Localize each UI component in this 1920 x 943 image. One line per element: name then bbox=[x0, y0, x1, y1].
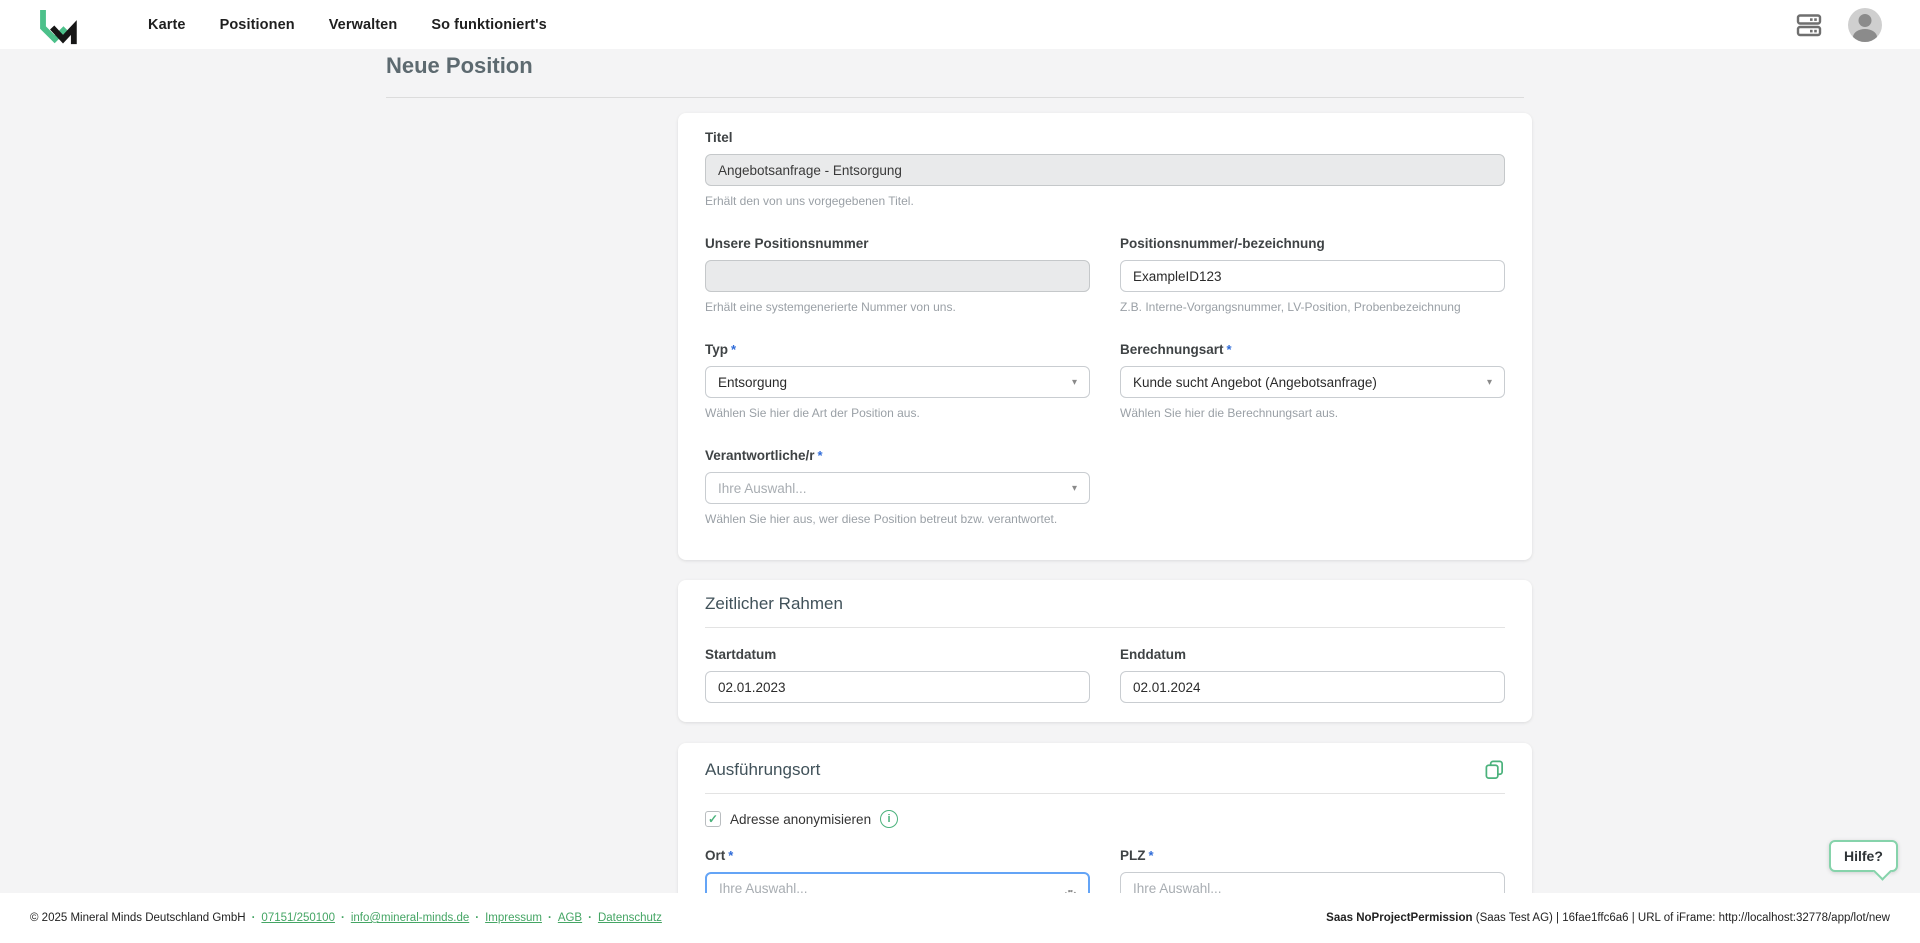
required-mark: * bbox=[1148, 848, 1154, 863]
footer-separator: · bbox=[475, 912, 480, 924]
unsere-positionsnummer-label: Unsere Positionsnummer bbox=[705, 236, 869, 251]
plz-label: PLZ * bbox=[1120, 848, 1154, 863]
nav-item-positionen[interactable]: Positionen bbox=[220, 17, 295, 33]
titel-input[interactable] bbox=[705, 154, 1505, 186]
positionsnummer-input[interactable] bbox=[1120, 260, 1505, 292]
berechnungsart-select[interactable]: Kunde sucht Angebot (Angebotsanfrage) ▾ bbox=[1120, 366, 1505, 398]
berechnungsart-label: Berechnungsart * bbox=[1120, 342, 1232, 357]
required-mark: * bbox=[1226, 342, 1232, 357]
titel-helper: Erhält den von uns vorgegebenen Titel. bbox=[705, 194, 914, 208]
plz-input[interactable] bbox=[1120, 872, 1505, 893]
unsere-positionsnummer-helper: Erhält eine systemgenerierte Nummer von … bbox=[705, 300, 956, 314]
footer-link-impressum[interactable]: Impressum bbox=[485, 912, 542, 924]
required-mark: * bbox=[817, 448, 823, 463]
required-mark: * bbox=[728, 848, 734, 863]
footer-separator: · bbox=[340, 912, 345, 924]
positionsnummer-helper: Z.B. Interne-Vorgangsnummer, LV-Position… bbox=[1120, 300, 1461, 314]
top-navbar: Karte Positionen Verwalten So funktionie… bbox=[0, 0, 1920, 49]
footer-link-email[interactable]: info@mineral-minds.de bbox=[351, 912, 469, 924]
chevron-down-icon: ▾ bbox=[1071, 376, 1077, 388]
typ-select[interactable]: Entsorgung ▾ bbox=[705, 366, 1090, 398]
page-title: Neue Position bbox=[386, 53, 533, 78]
checkmark-icon: ✓ bbox=[707, 812, 719, 826]
mineral-minds-logo[interactable] bbox=[38, 5, 78, 45]
help-button[interactable]: Hilfe? bbox=[1829, 840, 1898, 872]
verantwortliche-helper: Wählen Sie hier aus, wer diese Position … bbox=[705, 512, 1058, 526]
footer-copyright: © 2025 Mineral Minds Deutschland GmbH bbox=[30, 912, 246, 924]
berechnungsart-select-value: Kunde sucht Angebot (Angebotsanfrage) bbox=[1133, 374, 1377, 390]
main-content: Neue Position Titel Erhält den von uns v… bbox=[0, 49, 1920, 893]
info-icon[interactable]: i bbox=[880, 810, 899, 828]
footer-link-agb[interactable]: AGB bbox=[558, 912, 582, 924]
typ-helper: Wählen Sie hier die Art der Position aus… bbox=[705, 406, 920, 420]
adresse-anonymisieren-checkbox[interactable]: ✓ bbox=[705, 811, 721, 827]
title-divider bbox=[386, 97, 1524, 98]
enddatum-label: Enddatum bbox=[1120, 647, 1186, 662]
section-divider bbox=[705, 627, 1505, 628]
ort-label: Ort * bbox=[705, 848, 734, 863]
startdatum-label: Startdatum bbox=[705, 647, 777, 662]
chevron-down-icon: ▾ bbox=[1071, 482, 1077, 494]
positionsnummer-label: Positionsnummer/-bezeichnung bbox=[1120, 236, 1325, 251]
footer: © 2025 Mineral Minds Deutschland GmbH · … bbox=[0, 893, 1920, 943]
startdatum-input[interactable] bbox=[705, 671, 1090, 703]
copy-icon[interactable] bbox=[1484, 759, 1505, 780]
verantwortliche-label: Verantwortliche/r * bbox=[705, 448, 823, 463]
footer-link-datenschutz[interactable]: Datenschutz bbox=[598, 912, 662, 924]
unsere-positionsnummer-input[interactable] bbox=[705, 260, 1090, 292]
nav-item-karte[interactable]: Karte bbox=[148, 17, 186, 33]
card-zeitlicher-rahmen: Zeitlicher Rahmen Startdatum Enddatum bbox=[678, 580, 1532, 722]
verantwortliche-select[interactable]: Ihre Auswahl... ▾ bbox=[705, 472, 1090, 504]
nav-menu: Karte Positionen Verwalten So funktionie… bbox=[148, 17, 547, 33]
enddatum-input[interactable] bbox=[1120, 671, 1505, 703]
footer-link-phone[interactable]: 07151/250100 bbox=[261, 912, 335, 924]
footer-separator: · bbox=[588, 912, 592, 924]
adresse-anonymisieren-label: Adresse anonymisieren bbox=[730, 811, 872, 827]
section-divider bbox=[705, 793, 1505, 794]
titel-label: Titel bbox=[705, 130, 733, 145]
ausfuehrungsort-heading: Ausführungsort bbox=[705, 759, 821, 779]
berechnungsart-helper: Wählen Sie hier die Berechnungsart aus. bbox=[1120, 406, 1339, 420]
footer-environment-info: Saas NoProjectPermission (Saas Test AG) … bbox=[1326, 912, 1890, 924]
required-mark: * bbox=[731, 342, 737, 357]
footer-separator: · bbox=[251, 912, 256, 924]
typ-label: Typ * bbox=[705, 342, 737, 357]
card-ausfuehrungsort: Ausführungsort ✓ Adresse anonymisieren i… bbox=[678, 743, 1532, 893]
typ-select-value: Entsorgung bbox=[718, 374, 788, 390]
ort-input[interactable] bbox=[705, 872, 1090, 893]
chevron-down-icon: ▾ bbox=[1486, 376, 1492, 388]
server-stack-icon[interactable] bbox=[1796, 12, 1822, 38]
nav-item-verwalten[interactable]: Verwalten bbox=[329, 17, 398, 33]
card-position-basisdaten: Titel Erhält den von uns vorgegebenen Ti… bbox=[678, 113, 1532, 560]
nav-item-so-funktionierts[interactable]: So funktioniert's bbox=[431, 17, 547, 33]
zeitlicher-rahmen-heading: Zeitlicher Rahmen bbox=[705, 594, 843, 613]
footer-separator: · bbox=[547, 912, 552, 924]
user-avatar-icon[interactable] bbox=[1848, 7, 1882, 42]
verantwortliche-select-placeholder: Ihre Auswahl... bbox=[718, 480, 807, 496]
